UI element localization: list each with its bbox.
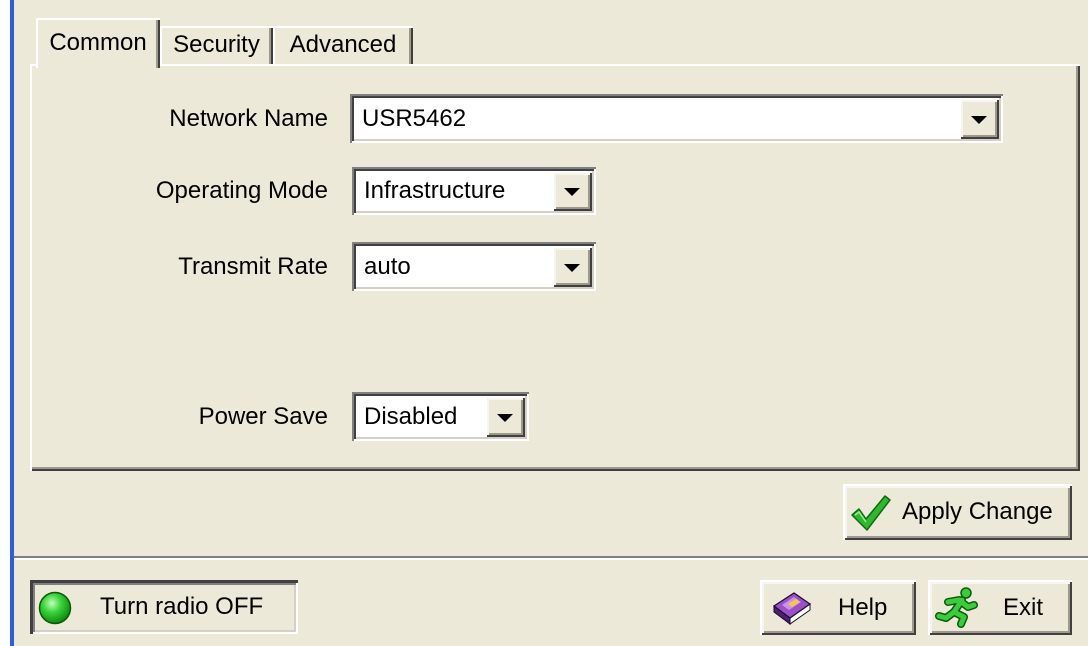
turn-radio-off-button[interactable]: Turn radio OFF [30, 580, 298, 634]
power-save-dropdown-button[interactable] [485, 396, 525, 437]
transmit-rate-select[interactable]: auto [352, 242, 596, 291]
exit-label: Exit [1003, 593, 1044, 621]
power-save-label: Power Save [198, 402, 328, 430]
network-name-dropdown-button[interactable] [959, 98, 999, 139]
dropdown-arrow-icon [497, 413, 513, 422]
bottom-bar: Turn radio OFF Help Exit [14, 560, 1088, 646]
tab-security[interactable]: Security [160, 26, 273, 64]
network-name-value: USR5462 [362, 104, 467, 132]
power-save-value: Disabled [364, 402, 458, 430]
dropdown-arrow-icon [564, 188, 580, 196]
apply-change-button[interactable]: Apply Change [843, 484, 1072, 540]
help-label: Help [838, 593, 888, 621]
transmit-rate-label: Transmit Rate [178, 252, 328, 280]
dropdown-arrow-icon [564, 263, 580, 272]
apply-change-label: Apply Change [902, 498, 1053, 525]
operating-mode-label: Operating Mode [155, 177, 328, 204]
turn-radio-off-label: Turn radio OFF [100, 593, 264, 620]
tab-bar: Common Security Advanced [36, 18, 414, 68]
operating-mode-select[interactable]: Infrastructure [352, 167, 596, 215]
radio-status-led-icon [38, 591, 72, 625]
window-edge [0, 0, 10, 646]
window-edge-accent [10, 0, 14, 646]
network-name-label: Network Name [169, 104, 328, 132]
tab-panel-common: Network Name USR5462 Operating Mode Infr… [30, 64, 1080, 471]
tab-advanced-label: Advanced [289, 31, 397, 58]
transmit-rate-value: auto [364, 252, 411, 280]
book-icon [772, 592, 812, 625]
tab-common[interactable]: Common [36, 18, 160, 68]
checkmark-icon [851, 495, 891, 531]
network-name-combobox[interactable]: USR5462 [350, 94, 1003, 143]
running-man-icon [935, 587, 978, 628]
help-button[interactable]: Help [760, 580, 916, 635]
transmit-rate-dropdown-button[interactable] [552, 246, 592, 287]
tab-common-label: Common [49, 29, 147, 56]
tab-advanced[interactable]: Advanced [273, 26, 413, 64]
tab-security-label: Security [173, 31, 260, 58]
dropdown-arrow-icon [971, 115, 987, 124]
exit-button[interactable]: Exit [928, 580, 1072, 635]
operating-mode-dropdown-button[interactable] [552, 171, 592, 211]
operating-mode-value: Infrastructure [364, 177, 506, 204]
power-save-select[interactable]: Disabled [352, 392, 529, 441]
